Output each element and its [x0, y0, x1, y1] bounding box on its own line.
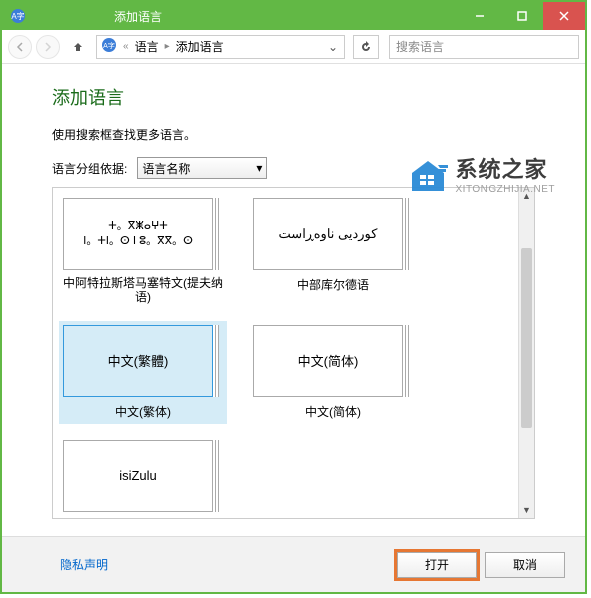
app-icon: A字 — [10, 8, 26, 24]
language-box: 中文(简体) — [253, 325, 403, 397]
address-bar[interactable]: A字 « 语言 ▸ 添加语言 ⌄ — [96, 35, 345, 59]
svg-text:A字: A字 — [103, 41, 115, 50]
group-select[interactable]: 语言名称 ▾ — [137, 157, 267, 179]
titlebar: A字 添加语言 — [2, 2, 585, 30]
back-button[interactable] — [8, 35, 32, 59]
search-input[interactable]: 搜索语言 — [389, 35, 579, 59]
footer: 隐私声明 打开 取消 — [2, 536, 585, 592]
scroll-up-icon[interactable]: ▲ — [519, 188, 534, 204]
maximize-button[interactable] — [501, 2, 543, 30]
language-item[interactable]: كوردیی ناوەڕاست 中部库尔德语 — [253, 198, 413, 305]
scroll-thumb[interactable] — [521, 248, 532, 428]
cancel-button[interactable]: 取消 — [485, 552, 565, 578]
language-item[interactable]: ⵜ。ⴳⵥⴰⵖⵜⵏ。ⵜⵏ。ⵙ ⵏ ⵓ。ⴳⴳ。ⵙ 中阿特拉斯塔马塞特文(提夫纳语) — [63, 198, 223, 305]
language-box: ⵜ。ⴳⵥⴰⵖⵜⵏ。ⵜⵏ。ⵙ ⵏ ⵓ。ⴳⴳ。ⵙ — [63, 198, 213, 270]
language-item[interactable]: isiZulu 祖鲁语 — [63, 440, 223, 519]
refresh-button[interactable] — [353, 35, 379, 59]
language-list: ⵜ。ⴳⵥⴰⵖⵜⵏ。ⵜⵏ。ⵙ ⵏ ⵓ。ⴳⴳ。ⵙ 中阿特拉斯塔马塞特文(提夫纳语) كو… — [52, 187, 535, 519]
chevron-right-icon: ▸ — [165, 41, 170, 52]
language-label: 中部库尔德语 — [253, 276, 413, 293]
group-select-value: 语言名称 — [142, 160, 190, 177]
scrollbar[interactable]: ▲ ▼ — [518, 188, 534, 518]
close-button[interactable] — [543, 2, 585, 30]
language-label: 中文(简体) — [253, 403, 413, 420]
breadcrumb-prefix: « — [123, 41, 129, 52]
chevron-down-icon: ▾ — [256, 161, 262, 175]
minimize-button[interactable] — [459, 2, 501, 30]
language-box: 中文(繁體) — [63, 325, 213, 397]
location-icon: A字 — [101, 37, 117, 56]
language-box: isiZulu — [63, 440, 213, 512]
window-title: 添加语言 — [34, 8, 459, 25]
language-label: 祖鲁语 — [63, 518, 223, 519]
language-item[interactable]: 中文(繁體) 中文(繁体) — [59, 321, 227, 424]
page-subtitle: 使用搜索框查找更多语言。 — [52, 126, 535, 143]
language-item[interactable]: 中文(简体) 中文(简体) — [253, 325, 413, 420]
group-label: 语言分组依据: — [52, 160, 127, 177]
privacy-link[interactable]: 隐私声明 — [60, 556, 108, 573]
language-label: 中阿特拉斯塔马塞特文(提夫纳语) — [63, 276, 223, 305]
language-label: 中文(繁体) — [63, 403, 223, 420]
breadcrumb-item[interactable]: 添加语言 — [176, 38, 224, 55]
language-box: كوردیی ناوەڕاست — [253, 198, 403, 270]
up-button[interactable] — [68, 37, 88, 57]
forward-button[interactable] — [36, 35, 60, 59]
breadcrumb-item[interactable]: 语言 — [135, 38, 159, 55]
scroll-down-icon[interactable]: ▼ — [519, 502, 534, 518]
chevron-down-icon[interactable]: ⌄ — [326, 40, 340, 54]
svg-text:A字: A字 — [11, 11, 24, 21]
open-button[interactable]: 打开 — [397, 552, 477, 578]
navbar: A字 « 语言 ▸ 添加语言 ⌄ 搜索语言 — [2, 30, 585, 64]
page-title: 添加语言 — [52, 84, 535, 110]
search-placeholder: 搜索语言 — [396, 38, 444, 55]
